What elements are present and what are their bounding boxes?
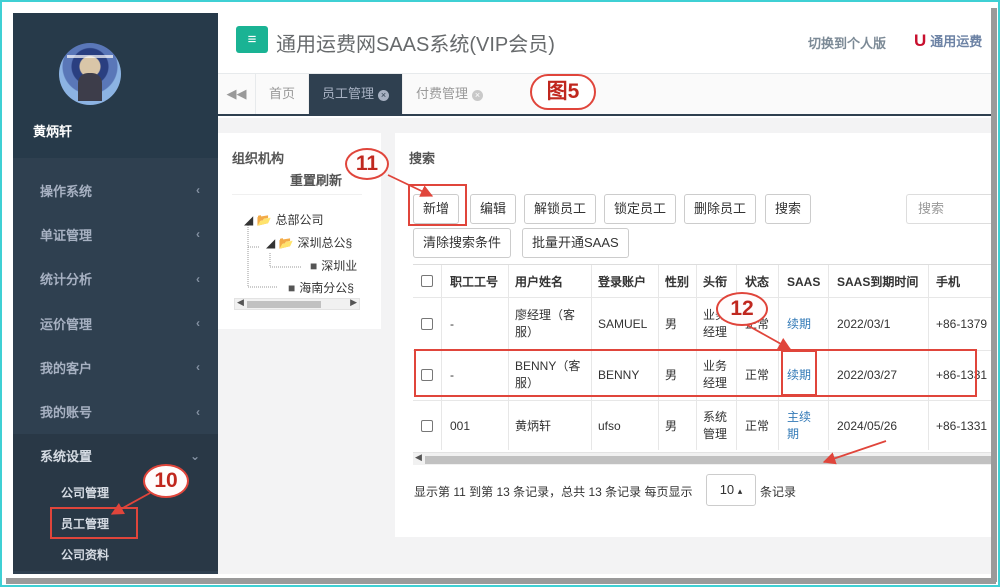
arrow-to-renew-cell (746, 324, 792, 350)
arrow-to-expire-date (822, 440, 887, 465)
step-badge-11: 11 (345, 148, 389, 180)
step-badge-12: 12 (716, 292, 768, 326)
annotation-arrows (110, 174, 887, 515)
arrow-to-staff-menu (110, 492, 151, 515)
step-badge-10: 10 (143, 464, 189, 498)
arrow-to-add-button (387, 174, 434, 197)
